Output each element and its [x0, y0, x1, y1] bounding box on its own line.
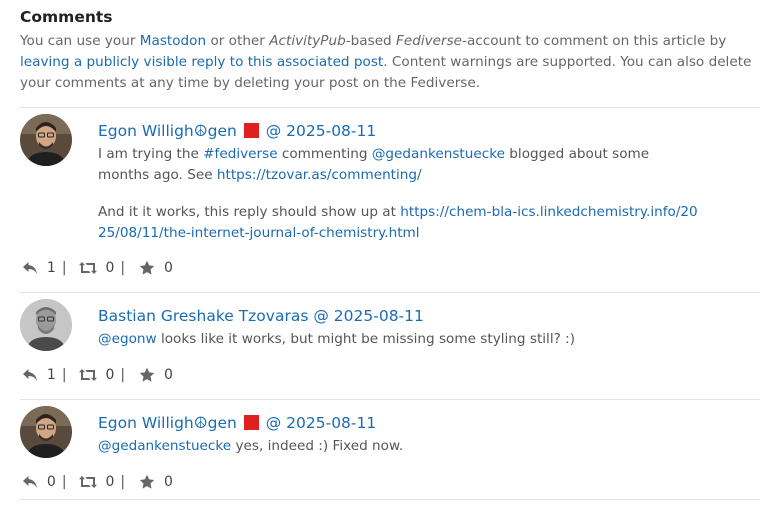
- reply-count-button[interactable]: 1: [22, 260, 56, 276]
- boost-icon: [79, 368, 97, 382]
- comment-author[interactable]: Egon Willigh☮gen @ 2025-08-11: [98, 122, 376, 140]
- divider: [20, 292, 760, 293]
- favourite-count-button[interactable]: 0: [139, 260, 173, 276]
- boost-count-button[interactable]: 0: [79, 367, 115, 383]
- comment-date[interactable]: 2025-08-11: [286, 414, 376, 432]
- red-square-flag-icon: [243, 123, 259, 138]
- comment-body: @egonw looks like it works, but might be…: [98, 329, 698, 350]
- comments-section: Comments You can use your Mastodon or ot…: [0, 0, 774, 506]
- intro-text-4: -account to comment on this article by: [462, 33, 727, 49]
- author-name[interactable]: Egon Willigh☮gen: [98, 122, 237, 140]
- pipe-separator: |: [61, 367, 67, 383]
- comment-date[interactable]: 2025-08-11: [286, 122, 376, 140]
- boost-count: 0: [105, 260, 115, 276]
- intro-text-2: or other: [206, 33, 270, 49]
- comment-author[interactable]: Egon Willigh☮gen @ 2025-08-11: [98, 414, 376, 432]
- avatar[interactable]: [20, 406, 72, 458]
- author-name[interactable]: Bastian Greshake Tzovaras: [98, 307, 308, 325]
- favourite-count: 0: [164, 367, 173, 383]
- mention-link[interactable]: @gedankenstuecke: [372, 146, 505, 162]
- reply-icon: [22, 474, 38, 490]
- comment-author[interactable]: Bastian Greshake Tzovaras @ 2025-08-11: [98, 307, 424, 325]
- author-name[interactable]: Egon Willigh☮gen: [98, 414, 237, 432]
- comment-actions: 1 | 0 | 0: [22, 367, 173, 383]
- at-sign: @: [265, 414, 282, 432]
- star-icon: [139, 367, 155, 383]
- comment-text: And it it works, this reply should show …: [98, 204, 401, 220]
- fediverse-term: Fediverse: [396, 33, 463, 49]
- comment-date[interactable]: 2025-08-11: [334, 307, 424, 325]
- comment-text: looks like it works, but might be missin…: [156, 331, 576, 347]
- favourite-count-button[interactable]: 0: [139, 367, 173, 383]
- divider: [20, 107, 760, 108]
- favourite-count-button[interactable]: 0: [139, 474, 173, 490]
- divider: [20, 499, 760, 500]
- comment-actions: 1 | 0 | 0: [22, 260, 173, 276]
- reply-count: 1: [46, 367, 56, 383]
- intro-text-3: -based: [345, 33, 397, 49]
- comment-text: I am trying the: [98, 146, 204, 162]
- intro-text: You can use your Mastodon or other Activ…: [20, 31, 760, 94]
- boost-icon: [79, 475, 97, 489]
- at-sign: @: [313, 307, 329, 325]
- activitypub-term: ActivityPub: [269, 33, 346, 49]
- mastodon-link[interactable]: Mastodon: [140, 33, 206, 49]
- divider: [20, 399, 760, 400]
- mention-link[interactable]: @egonw: [98, 331, 157, 347]
- at-sign: @: [265, 122, 282, 140]
- comment-body: @gedankenstuecke yes, indeed :) Fixed no…: [98, 436, 698, 457]
- boost-count: 0: [105, 367, 115, 383]
- pipe-separator: |: [61, 474, 67, 490]
- comment-paragraph: I am trying the #fediverse commenting @g…: [98, 144, 698, 186]
- comment-body: I am trying the #fediverse commenting @g…: [98, 144, 698, 260]
- avatar[interactable]: [20, 299, 72, 351]
- boost-icon: [79, 261, 97, 275]
- mention-link[interactable]: @gedankenstuecke: [98, 438, 231, 454]
- favourite-count: 0: [164, 260, 173, 276]
- comment-paragraph: And it it works, this reply should show …: [98, 202, 698, 244]
- intro-text-1: You can use your: [20, 33, 140, 49]
- pipe-separator: |: [120, 367, 126, 383]
- reply-count-button[interactable]: 1: [22, 367, 56, 383]
- red-square-flag-icon: [243, 415, 259, 430]
- reply-post-link[interactable]: leaving a publicly visible reply to this…: [20, 54, 383, 70]
- url-link[interactable]: https://tzovar.as/commenting/: [217, 167, 422, 183]
- hashtag-link[interactable]: #fediverse: [203, 146, 277, 162]
- boost-count-button[interactable]: 0: [79, 260, 115, 276]
- section-heading: Comments: [20, 8, 113, 26]
- star-icon: [139, 260, 155, 276]
- reply-icon: [22, 367, 38, 383]
- boost-count-button[interactable]: 0: [79, 474, 115, 490]
- comment-text: commenting: [277, 146, 372, 162]
- favourite-count: 0: [164, 474, 173, 490]
- boost-count: 0: [105, 474, 115, 490]
- comment-actions: 0 | 0 | 0: [22, 474, 173, 490]
- reply-count: 1: [46, 260, 56, 276]
- star-icon: [139, 474, 155, 490]
- pipe-separator: |: [120, 260, 126, 276]
- comment-text: yes, indeed :) Fixed now.: [231, 438, 404, 454]
- avatar[interactable]: [20, 114, 72, 166]
- pipe-separator: |: [61, 260, 67, 276]
- reply-count-button[interactable]: 0: [22, 474, 56, 490]
- pipe-separator: |: [120, 474, 126, 490]
- reply-count: 0: [46, 474, 56, 490]
- reply-icon: [22, 260, 38, 276]
